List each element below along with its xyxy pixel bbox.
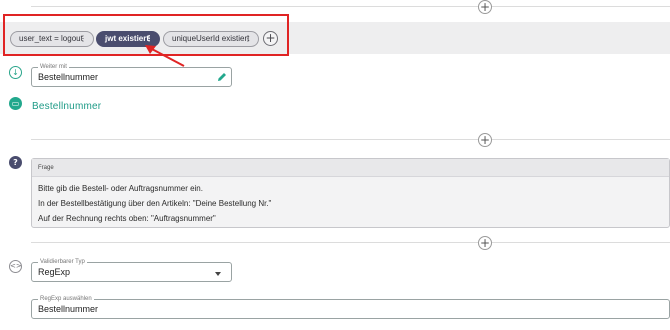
weiter-mit-field[interactable]: Weiter mit Bestellnummer xyxy=(31,63,232,87)
validator-type-value: RegExp xyxy=(38,267,71,277)
regexp-select-value: Bestellnummer xyxy=(38,304,99,314)
arrow-down-circle-icon: ↓ xyxy=(9,66,22,79)
code-brackets-icon: <> xyxy=(9,260,22,273)
regexp-select-label: RegExp auswählen xyxy=(38,295,94,303)
question-header: Frage xyxy=(32,159,669,177)
add-step-button[interactable]: + xyxy=(478,236,492,250)
question-line: Auf der Rechnung rechts oben: "Auftragsn… xyxy=(38,214,216,223)
divider-top xyxy=(31,6,670,7)
question-textbox[interactable]: Frage Bitte gib die Bestell- oder Auftra… xyxy=(31,158,670,228)
divider xyxy=(31,242,670,243)
step-title: Bestellnummer xyxy=(32,101,102,112)
question-circle-icon: ? xyxy=(9,156,22,169)
weiter-mit-label: Weiter mit xyxy=(38,63,69,71)
validator-type-select[interactable]: Validierbarer Typ RegExp xyxy=(31,258,232,282)
question-line: Bitte gib die Bestell- oder Auftragsnumm… xyxy=(38,184,203,193)
add-step-button-top[interactable]: + xyxy=(478,0,492,14)
message-bubble-icon: ▭ xyxy=(9,97,22,110)
add-step-button[interactable]: + xyxy=(478,133,492,147)
question-line: In der Bestellbestätigung über den Artik… xyxy=(38,199,272,208)
chevron-down-icon[interactable] xyxy=(215,272,221,276)
divider xyxy=(31,139,670,140)
pencil-icon[interactable] xyxy=(217,72,227,82)
regexp-select-field[interactable]: RegExp auswählen Bestellnummer xyxy=(31,295,670,319)
validator-type-label: Validierbarer Typ xyxy=(38,258,87,266)
weiter-mit-value: Bestellnummer xyxy=(38,72,99,82)
